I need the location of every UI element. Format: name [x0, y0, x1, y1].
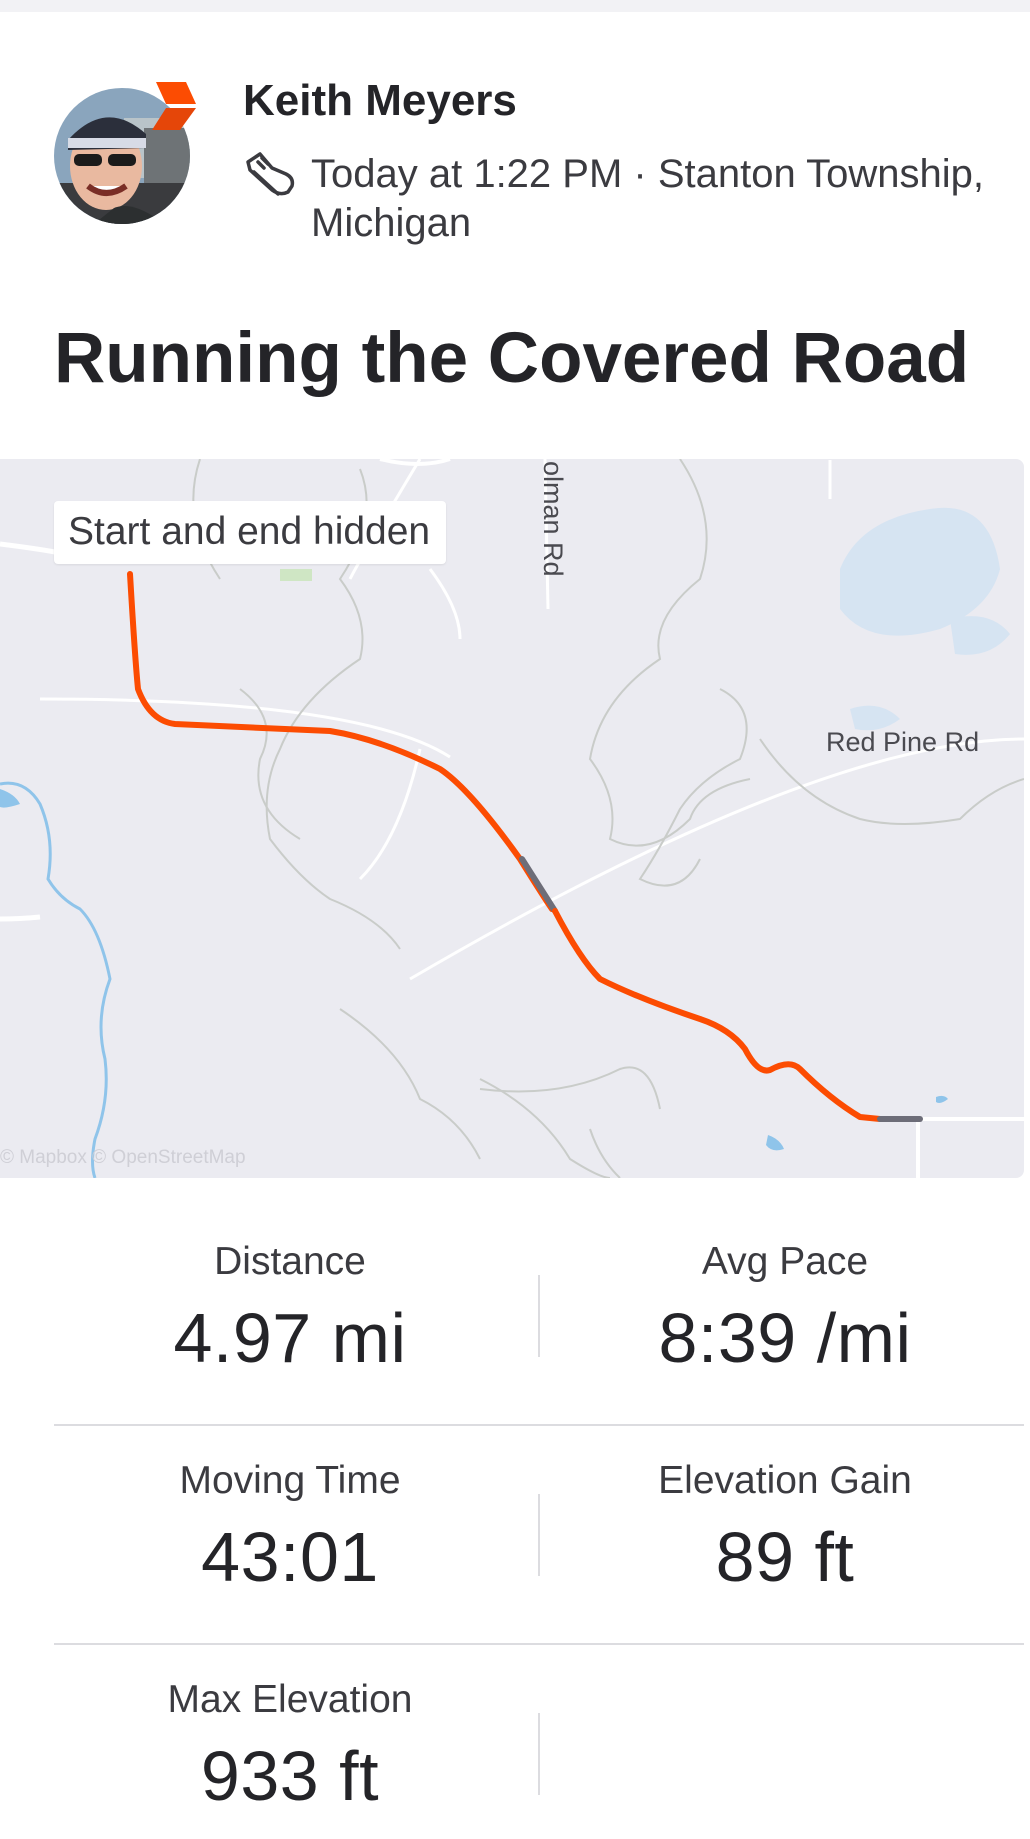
lake-shape	[950, 616, 1010, 655]
stat-label: Distance	[214, 1240, 366, 1283]
stat-distance: Distance 4.97 mi	[40, 1240, 540, 1378]
park-patch	[280, 569, 312, 581]
stat-label: Avg Pace	[701, 1240, 869, 1283]
map-attribution[interactable]: © Mapbox © OpenStreetMap	[0, 1147, 246, 1169]
stat-elevation-gain: Elevation Gain 89 ft	[535, 1459, 1030, 1597]
map-canvas	[0, 459, 1024, 1178]
road-label-red-pine: Red Pine Rd	[826, 727, 980, 757]
pond-shape	[936, 1095, 948, 1103]
route-map[interactable]: Start and end hidden Red Pine Rd olman R…	[0, 459, 1024, 1178]
road-line	[409, 737, 1024, 981]
athlete-name[interactable]: Keith Meyers	[243, 76, 517, 126]
stat-value: 933 ft	[200, 1737, 380, 1815]
stat-max-elevation: Max Elevation 933 ft	[40, 1678, 540, 1816]
top-strip	[0, 0, 1030, 12]
activity-meta: Today at 1:22 PM · Stanton Township, Mic…	[311, 152, 984, 245]
pond-shape	[0, 789, 20, 808]
stat-moving-time: Moving Time 43:01	[40, 1459, 540, 1597]
road-label-holman: olman Rd	[538, 461, 568, 577]
strava-badge-icon	[152, 80, 198, 132]
stat-label: Elevation Gain	[658, 1459, 912, 1502]
privacy-chip: Start and end hidden	[54, 501, 447, 564]
road-line	[0, 541, 61, 556]
pond-shape	[766, 1135, 784, 1151]
stat-value: 89 ft	[715, 1518, 855, 1596]
route-hidden-segment	[519, 856, 558, 914]
stat-divider	[538, 1713, 540, 1795]
stats-row-divider	[54, 1643, 1024, 1645]
stats-row-divider	[54, 1424, 1024, 1426]
activity-title[interactable]: Running the Covered Road	[54, 318, 969, 399]
stat-value: 4.97 mi	[173, 1299, 407, 1377]
route-line	[127, 571, 555, 912]
river-line	[0, 781, 112, 1178]
stat-label: Moving Time	[179, 1459, 401, 1502]
stat-avg-pace: Avg Pace 8:39 /mi	[535, 1240, 1030, 1378]
stat-label: Max Elevation	[167, 1678, 413, 1721]
route-line	[552, 908, 883, 1122]
stat-value: 8:39 /mi	[658, 1299, 912, 1377]
running-shoe-icon	[242, 148, 298, 204]
athlete-avatar[interactable]	[54, 82, 196, 224]
stat-value: 43:01	[201, 1518, 379, 1596]
